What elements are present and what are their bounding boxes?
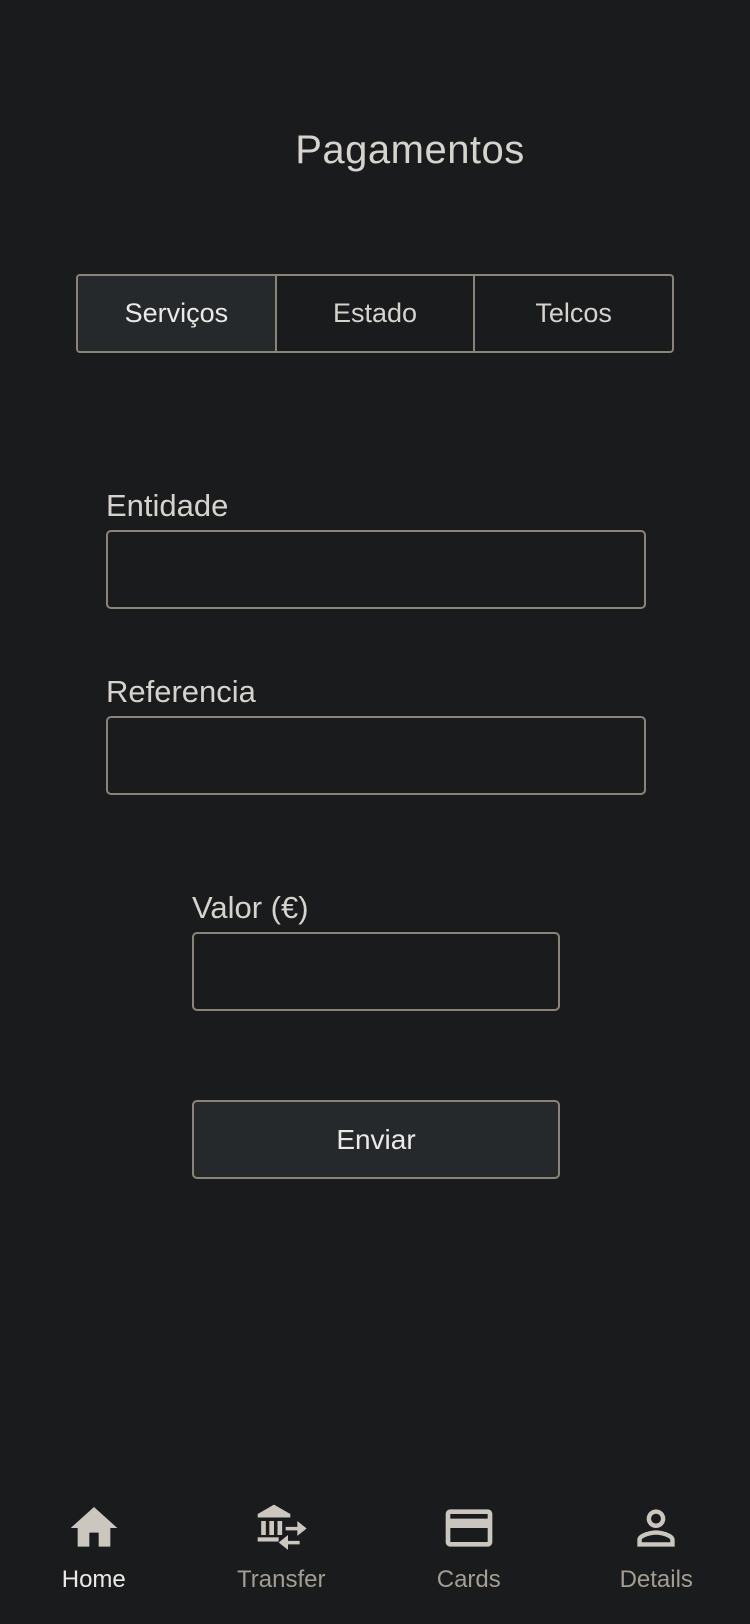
tab-telcos[interactable]: Telcos (473, 276, 672, 351)
nav-item-home[interactable]: Home (0, 1490, 188, 1624)
entidade-label: Entidade (106, 488, 229, 523)
credit-card-icon (441, 1500, 497, 1556)
nav-label-details: Details (619, 1566, 693, 1593)
nav-label-cards: Cards (436, 1566, 501, 1593)
nav-item-details[interactable]: Details (563, 1490, 750, 1624)
valor-label: Valor (€) (192, 890, 309, 925)
bottom-navigation: Home Transfer Cards Details (0, 1490, 750, 1624)
nav-label-home: Home (61, 1566, 126, 1593)
person-icon (628, 1500, 684, 1556)
valor-field[interactable] (192, 932, 560, 1011)
nav-item-transfer[interactable]: Transfer (188, 1490, 376, 1624)
nav-label-transfer: Transfer (237, 1566, 326, 1593)
segmented-tabs: Serviços Estado Telcos (76, 274, 674, 353)
referencia-label: Referencia (106, 674, 256, 709)
entidade-field[interactable] (106, 530, 646, 609)
bank-transfer-icon (253, 1500, 309, 1556)
referencia-field[interactable] (106, 716, 646, 795)
tab-servicos[interactable]: Serviços (78, 276, 275, 351)
home-icon (66, 1500, 122, 1556)
enviar-button[interactable]: Enviar (192, 1100, 560, 1179)
nav-item-cards[interactable]: Cards (375, 1490, 563, 1624)
tab-estado[interactable]: Estado (274, 276, 474, 351)
page-title: Pagamentos (295, 128, 525, 172)
